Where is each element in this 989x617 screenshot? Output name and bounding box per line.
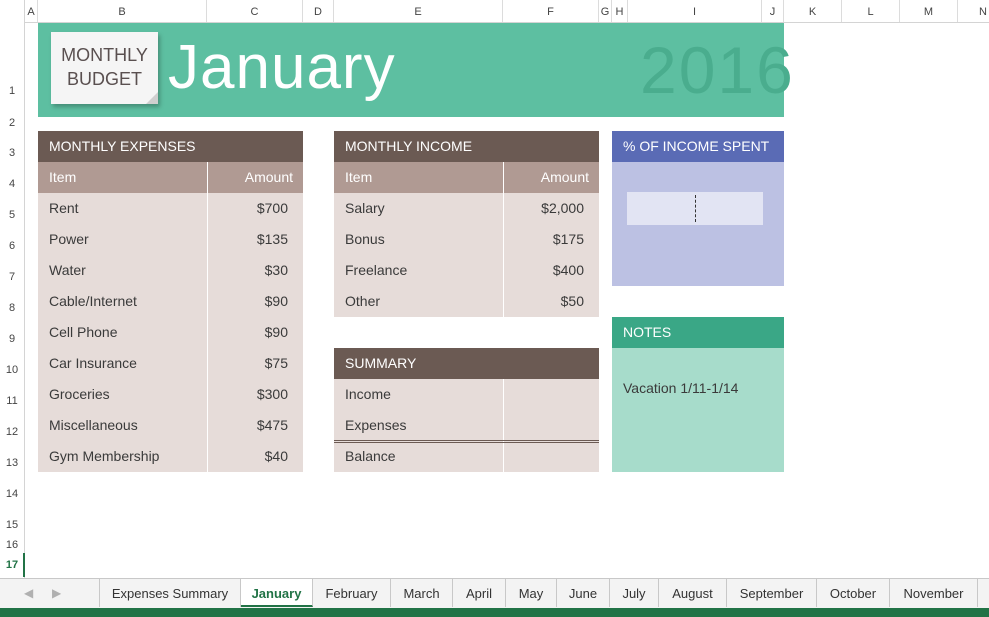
row-number[interactable]: 3 [0, 147, 24, 159]
summary-title: SUMMARY [334, 348, 599, 379]
expense-amount-cell[interactable]: $700 [208, 193, 303, 224]
expense-item-cell[interactable]: Water [38, 255, 207, 286]
column-header-f[interactable]: F [503, 0, 599, 22]
row-number[interactable]: 1 [0, 85, 24, 97]
column-header: A B C D E F G H I J K L M N [0, 0, 989, 23]
summary-label-cell[interactable]: Income [334, 379, 503, 410]
expense-item-cell[interactable]: Miscellaneous [38, 410, 207, 441]
sheet-tab-september[interactable]: September [727, 579, 817, 607]
column-header-e[interactable]: E [334, 0, 503, 22]
sheet-tab-august[interactable]: August [659, 579, 727, 607]
sheet-tab-november[interactable]: November [890, 579, 978, 607]
expense-amount-cell[interactable]: $30 [208, 255, 303, 286]
expense-amount-cell[interactable]: $135 [208, 224, 303, 255]
income-amount-cell[interactable]: $400 [504, 255, 599, 286]
column-header-n[interactable]: N [958, 0, 989, 22]
column-header-l[interactable]: L [842, 0, 900, 22]
status-bar [0, 608, 989, 617]
column-header-d[interactable]: D [303, 0, 334, 22]
sheet-tab-january[interactable]: January [241, 579, 313, 607]
expense-item-cell[interactable]: Car Insurance [38, 348, 207, 379]
sheet-tab-april[interactable]: April [453, 579, 506, 607]
row-number[interactable]: 5 [0, 209, 24, 221]
summary-value-cell[interactable] [504, 441, 599, 472]
row-number[interactable]: 12 [0, 426, 24, 438]
column-header-i[interactable]: I [628, 0, 762, 22]
row-number-active[interactable]: 17 [0, 553, 25, 577]
sheet-tab-june[interactable]: June [557, 579, 610, 607]
cell-cursor [695, 195, 696, 222]
column-header-h[interactable]: H [612, 0, 628, 22]
expense-item-cell[interactable]: Rent [38, 193, 207, 224]
row-number[interactable]: 13 [0, 457, 24, 469]
row-number[interactable]: 8 [0, 302, 24, 314]
income-item-cell[interactable]: Salary [334, 193, 503, 224]
row-header: 1 2 3 4 5 6 7 8 9 10 11 12 13 14 15 16 1… [0, 22, 25, 578]
income-col-item: Item [334, 162, 503, 193]
expense-item-cell[interactable]: Cable/Internet [38, 286, 207, 317]
month-title: January [168, 33, 396, 102]
row-number[interactable]: 14 [0, 488, 24, 500]
sheet-tab-july[interactable]: July [610, 579, 659, 607]
income-title: MONTHLY INCOME [334, 131, 599, 162]
row-number[interactable]: 11 [0, 395, 24, 407]
row-number[interactable]: 10 [0, 364, 24, 376]
income-amount-cell[interactable]: $50 [504, 286, 599, 317]
sheet-tab-october[interactable]: October [817, 579, 890, 607]
column-header-m[interactable]: M [900, 0, 958, 22]
expenses-title: MONTHLY EXPENSES [38, 131, 303, 162]
column-header-j[interactable]: J [762, 0, 784, 22]
income-col-amount: Amount [504, 162, 599, 193]
expense-amount-cell[interactable]: $90 [208, 286, 303, 317]
notes-body[interactable] [612, 348, 784, 472]
expense-item-cell[interactable]: Cell Phone [38, 317, 207, 348]
note-line-budget: BUDGET [66, 69, 142, 89]
sheet-tab-expenses-summary[interactable]: Expenses Summary [99, 579, 241, 607]
sheet-tab-march[interactable]: March [391, 579, 453, 607]
summary-value-cell[interactable] [504, 410, 599, 441]
income-item-cell[interactable]: Other [334, 286, 503, 317]
monthly-budget-note: MONTHLY BUDGET [51, 32, 158, 104]
column-header-g[interactable]: G [599, 0, 612, 22]
column-header-b[interactable]: B [38, 0, 207, 22]
notes-title: NOTES [612, 317, 784, 348]
expenses-col-item: Item [38, 162, 207, 193]
expense-amount-cell[interactable]: $300 [208, 379, 303, 410]
summary-label-cell[interactable]: Balance [334, 441, 503, 472]
column-header-a[interactable]: A [25, 0, 38, 22]
expense-amount-cell[interactable]: $75 [208, 348, 303, 379]
income-item-cell[interactable]: Freelance [334, 255, 503, 286]
expense-amount-cell[interactable]: $475 [208, 410, 303, 441]
income-amount-cell[interactable]: $175 [504, 224, 599, 255]
sheet-tab-may[interactable]: May [506, 579, 557, 607]
expenses-col-amount: Amount [208, 162, 303, 193]
row-number[interactable]: 7 [0, 271, 24, 283]
notes-text[interactable]: Vacation 1/11-1/14 [612, 373, 784, 404]
row-number[interactable]: 2 [0, 117, 24, 129]
tab-scroll-right-icon[interactable]: ▶ [52, 586, 61, 600]
income-item-cell[interactable]: Bonus [334, 224, 503, 255]
expense-item-cell[interactable]: Power [38, 224, 207, 255]
note-line-monthly: MONTHLY [61, 45, 148, 65]
column-header-k[interactable]: K [784, 0, 842, 22]
expense-item-cell[interactable]: Groceries [38, 379, 207, 410]
percent-spent-title: % OF INCOME SPENT [612, 131, 784, 162]
row-number[interactable]: 15 [0, 519, 24, 531]
summary-label-cell[interactable]: Expenses [334, 410, 503, 441]
income-amount-cell[interactable]: $2,000 [504, 193, 599, 224]
row-number[interactable]: 4 [0, 178, 24, 190]
column-header-c[interactable]: C [207, 0, 303, 22]
select-all-corner[interactable] [0, 0, 25, 22]
year-title: 2016 [640, 33, 795, 107]
summary-value-cell[interactable] [504, 379, 599, 410]
row-number[interactable]: 9 [0, 333, 24, 345]
tab-scroll-left-icon[interactable]: ◀ [24, 586, 33, 600]
sheet-tab-february[interactable]: February [313, 579, 391, 607]
expense-amount-cell[interactable]: $40 [208, 441, 303, 472]
expense-item-cell[interactable]: Gym Membership [38, 441, 207, 472]
row-number[interactable]: 6 [0, 240, 24, 252]
row-number[interactable]: 16 [0, 539, 24, 551]
expense-amount-cell[interactable]: $90 [208, 317, 303, 348]
